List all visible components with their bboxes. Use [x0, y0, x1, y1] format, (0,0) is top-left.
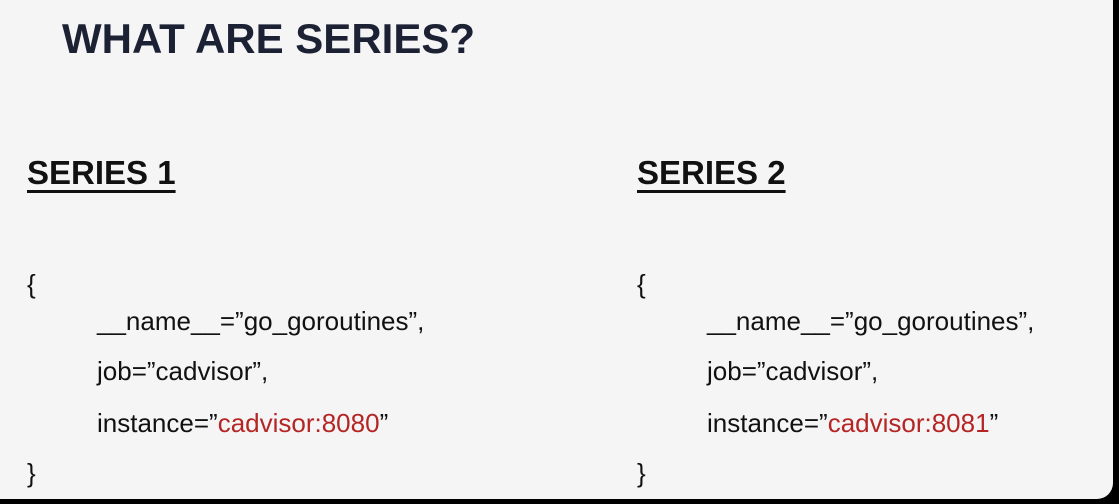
series-2-instance-suffix: ”	[989, 408, 999, 438]
slide: WHAT ARE SERIES? SERIES 1 { __name__=”go…	[0, 0, 1113, 499]
series-2-close-brace: }	[637, 458, 646, 488]
series-2-heading: SERIES 2	[637, 154, 786, 191]
series-1-name-label: __name__=”go_goroutines”,	[97, 306, 425, 336]
series-2-instance-prefix: instance=”	[707, 408, 828, 438]
series-2-instance-label: instance=”cadvisor:8081”	[707, 408, 998, 439]
series-1-instance-suffix: ”	[379, 408, 389, 438]
series-1-instance-label: instance=”cadvisor:8080”	[97, 408, 388, 439]
series-1-job-label: job=”cadvisor”,	[97, 356, 269, 386]
series-2-job-label: job=”cadvisor”,	[707, 356, 879, 386]
series-1-close-brace: }	[27, 458, 36, 488]
series-1-open-brace: {	[27, 269, 36, 299]
series-2-name-label: __name__=”go_goroutines”,	[707, 306, 1035, 336]
series-2-instance-value: cadvisor:8081	[827, 408, 990, 438]
series-2-open-brace: {	[637, 269, 646, 299]
series-1-instance-prefix: instance=”	[97, 408, 218, 438]
slide-title: WHAT ARE SERIES?	[62, 15, 476, 62]
series-1-heading: SERIES 1	[27, 154, 176, 191]
series-1-instance-value: cadvisor:8080	[217, 408, 380, 438]
